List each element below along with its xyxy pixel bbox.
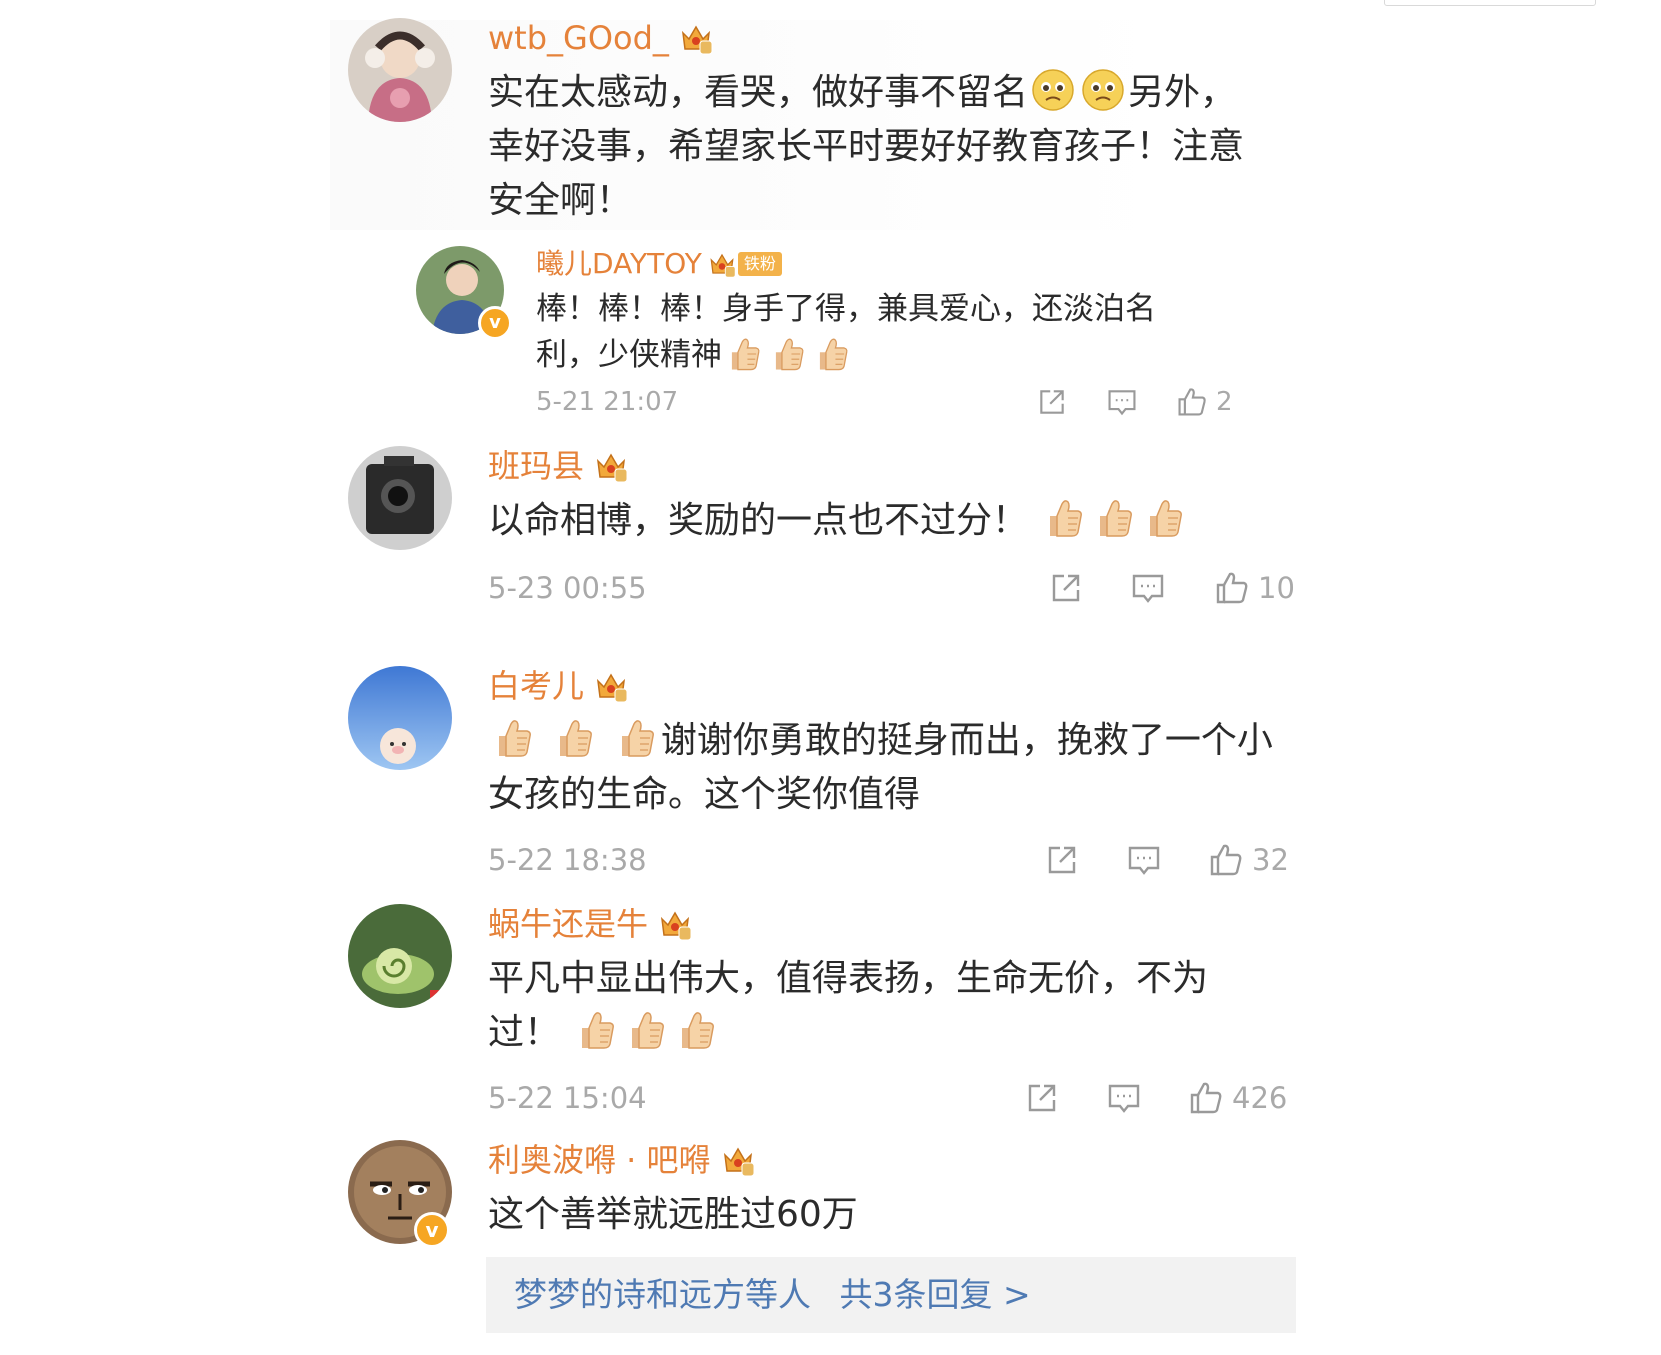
username-text[interactable]: wtb_GOod_ [488, 18, 669, 58]
comment-icon [1106, 386, 1138, 418]
username[interactable]: 蜗牛还是牛 [488, 904, 1288, 944]
timestamp: 5-22 15:04 [488, 1081, 647, 1115]
crown-icon [708, 250, 736, 278]
comment-button[interactable] [1106, 384, 1138, 420]
like-icon [1208, 842, 1244, 878]
username-text[interactable]: 白考儿 [488, 666, 584, 706]
thumbs-up-emoji [624, 1008, 668, 1052]
username-text[interactable]: 班玛县 [488, 446, 584, 486]
avatar[interactable] [348, 446, 452, 550]
more-replies-prefix: 梦梦的诗和远方等人 [514, 1275, 811, 1314]
share-button[interactable] [1024, 1080, 1060, 1116]
like-button[interactable]: 426 [1188, 1080, 1287, 1116]
username[interactable]: wtb_GOod_ [488, 18, 1288, 58]
comment-text-content: 以命相博，奖励的一点也不过分！ [488, 500, 1029, 541]
like-button[interactable]: 32 [1208, 842, 1289, 878]
like-button[interactable]: 10 [1214, 570, 1295, 606]
reply-meta: 5-21 21:07 2 [536, 382, 1236, 422]
username[interactable]: 班玛县 [488, 446, 1288, 486]
comment-icon [1126, 842, 1162, 878]
avatar[interactable] [348, 18, 452, 122]
username[interactable]: 白考儿 [488, 666, 1288, 706]
timestamp: 5-23 00:55 [488, 571, 647, 605]
share-icon [1036, 386, 1068, 418]
avatar[interactable] [348, 666, 452, 770]
comment-button[interactable] [1130, 570, 1166, 606]
thumbs-up-emoji [674, 1008, 718, 1052]
crown-icon [658, 907, 692, 941]
comment-text: 实在太感动，看哭，做好事不留名 另外， 幸好没事，希望家长平时要好好教育孩子！注意… [488, 66, 1288, 228]
username[interactable]: 曦儿DAYTOY 铁粉 [536, 246, 1176, 282]
share-button[interactable] [1048, 570, 1084, 606]
sad-face-emoji [1031, 68, 1075, 112]
username-text[interactable]: 利奥波嘚 · 吧嘚 [488, 1140, 711, 1180]
username-text[interactable]: 蜗牛还是牛 [488, 904, 648, 944]
thumbs-up-emoji [552, 716, 596, 760]
share-button[interactable] [1044, 842, 1080, 878]
thumbs-up-emoji [769, 335, 807, 373]
verified-badge: v [414, 1212, 450, 1248]
like-count: 32 [1252, 843, 1289, 877]
crown-icon [679, 21, 713, 55]
thumbs-up-emoji [614, 716, 658, 760]
comment-icon [1106, 1080, 1142, 1116]
share-button[interactable] [1036, 384, 1068, 420]
timestamp: 5-22 18:38 [488, 843, 647, 877]
avatar[interactable] [348, 904, 452, 1008]
crown-icon [594, 669, 628, 703]
share-icon [1044, 842, 1080, 878]
like-count: 426 [1232, 1081, 1288, 1115]
thumbs-up-emoji [1142, 496, 1186, 540]
timestamp: 5-21 21:07 [536, 387, 679, 417]
comment-meta: 5-22 15:04 426 [488, 1078, 1308, 1118]
more-replies-count: 共3条回复 > [839, 1275, 1031, 1314]
sad-face-emoji [1081, 68, 1125, 112]
comment-button[interactable] [1106, 1080, 1142, 1116]
username-text[interactable]: 曦儿DAYTOY [536, 246, 702, 282]
top-input-edge [1384, 0, 1596, 6]
verified-badge: v [478, 306, 512, 340]
comment-text: 以命相博，奖励的一点也不过分！ [488, 494, 1288, 548]
comment-text: 平凡中显出伟大，值得表扬，生命无价，不为 过！ [488, 952, 1288, 1060]
like-icon [1214, 570, 1250, 606]
comment-text-content: 谢谢你勇敢的挺身而出，挽救了一个小 女孩的生命。这个奖你值得 [488, 720, 1273, 815]
thumbs-up-emoji [491, 716, 535, 760]
thumbs-up-emoji [574, 1008, 618, 1052]
thumbs-up-emoji [725, 335, 763, 373]
like-icon [1176, 386, 1208, 418]
like-count: 10 [1258, 571, 1295, 605]
comment-text: 这个善举就远胜过60万 [488, 1188, 1288, 1242]
reply-text: 棒！棒！棒！身手了得，兼具爱心，还淡泊名 利，少侠精神 [536, 286, 1176, 378]
thumbs-up-emoji [1042, 496, 1086, 540]
fan-badge: 铁粉 [737, 252, 782, 276]
crown-icon [594, 449, 628, 483]
comment-meta: 5-23 00:55 10 [488, 568, 1308, 608]
comment-meta: 5-22 18:38 32 [488, 840, 1308, 880]
comment-text: 谢谢你勇敢的挺身而出，挽救了一个小 女孩的生命。这个奖你值得 [488, 714, 1288, 822]
thumbs-up-emoji [1092, 496, 1136, 540]
share-icon [1048, 570, 1084, 606]
share-icon [1024, 1080, 1060, 1116]
more-replies-button[interactable]: 梦梦的诗和远方等人 共3条回复 > [486, 1257, 1296, 1333]
comment-icon [1130, 570, 1166, 606]
like-button[interactable]: 2 [1176, 384, 1233, 420]
comment-button[interactable] [1126, 842, 1162, 878]
more-replies-text[interactable]: 梦梦的诗和远方等人 共3条回复 > [514, 1257, 1031, 1333]
crown-icon [721, 1143, 755, 1177]
like-icon [1188, 1080, 1224, 1116]
comment-text-part1: 实在太感动，看哭，做好事不留名 [488, 72, 1029, 113]
username[interactable]: 利奥波嘚 · 吧嘚 [488, 1140, 1288, 1180]
thumbs-up-emoji [813, 335, 851, 373]
comment-text-content: 这个善举就远胜过60万 [488, 1194, 858, 1235]
like-count: 2 [1216, 387, 1233, 417]
